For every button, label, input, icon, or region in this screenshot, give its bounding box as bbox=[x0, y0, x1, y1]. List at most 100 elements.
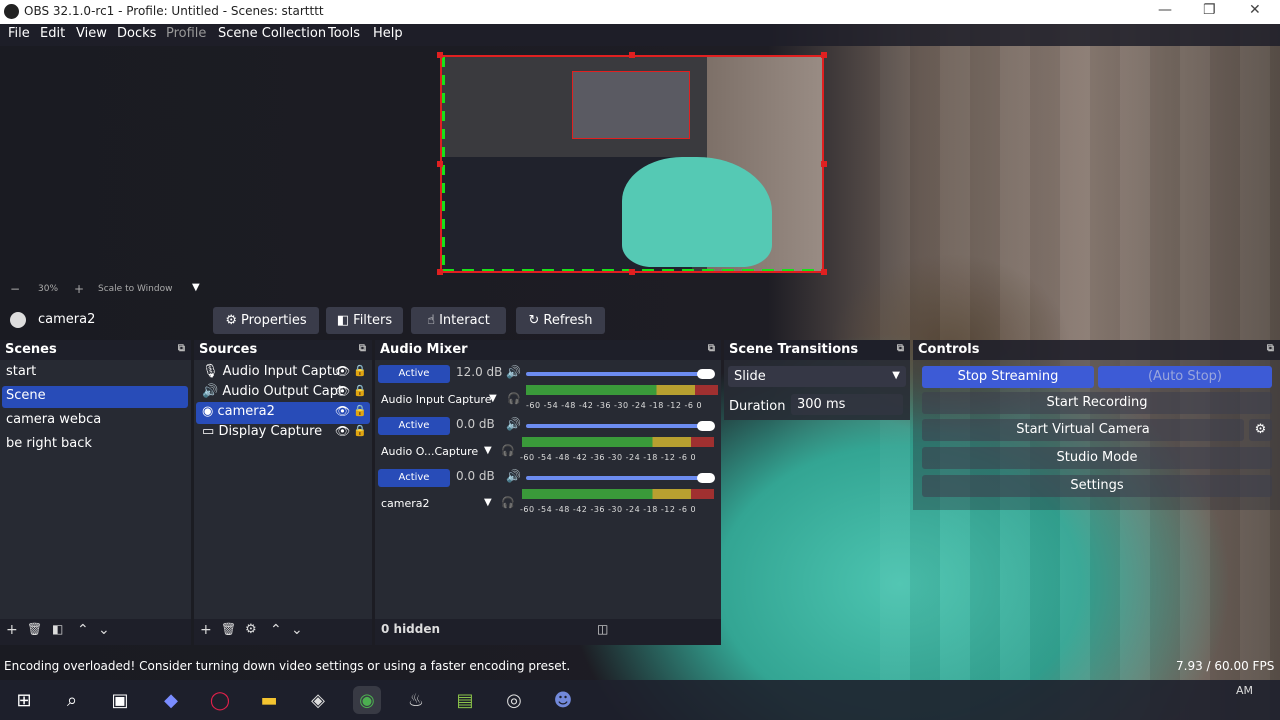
virtual-camera-settings-icon[interactable]: ⚙ bbox=[1249, 419, 1272, 441]
lock-icon[interactable]: 🔒 bbox=[353, 424, 367, 437]
chevron-down-icon[interactable]: ▼ bbox=[484, 497, 492, 508]
scene-item[interactable]: camera webca bbox=[2, 410, 188, 432]
resize-handle[interactable] bbox=[821, 161, 827, 167]
up-arrow-icon[interactable]: ⌃ bbox=[270, 622, 282, 638]
up-arrow-icon[interactable]: ⌃ bbox=[77, 622, 89, 638]
copilot-icon[interactable]: ◆ bbox=[157, 686, 185, 714]
start-recording-button[interactable]: Start Recording bbox=[922, 392, 1272, 414]
scene-item[interactable]: Scene bbox=[2, 386, 188, 408]
menu-docks[interactable]: Docks bbox=[117, 26, 156, 41]
chrome-icon[interactable]: ◉ bbox=[353, 686, 381, 714]
menu-file[interactable]: File bbox=[8, 26, 30, 41]
float-icon[interactable]: ⧉ bbox=[178, 343, 185, 354]
zoom-out-button[interactable]: − bbox=[10, 282, 20, 296]
obs-taskbar-icon[interactable]: ◎ bbox=[500, 686, 528, 714]
add-icon[interactable]: + bbox=[6, 622, 18, 638]
source-type-icon bbox=[10, 312, 26, 328]
refresh-button[interactable]: ↻ Refresh bbox=[516, 307, 605, 334]
volume-slider-handle[interactable] bbox=[697, 473, 715, 483]
opera-icon[interactable]: ◯ bbox=[206, 686, 234, 714]
hidden-count: 0 hidden bbox=[381, 622, 441, 636]
task-view-icon[interactable]: ▣ bbox=[106, 686, 134, 714]
lock-icon[interactable]: 🔒 bbox=[353, 404, 367, 417]
start-virtual-camera-button[interactable]: Start Virtual Camera bbox=[922, 419, 1244, 441]
properties-button[interactable]: ⚙ Properties bbox=[213, 307, 319, 334]
float-icon[interactable]: ⧉ bbox=[897, 343, 904, 354]
resize-handle[interactable] bbox=[821, 269, 827, 275]
resize-handle[interactable] bbox=[437, 52, 443, 58]
discord-icon[interactable]: ☻ bbox=[549, 686, 577, 714]
stop-streaming-button[interactable]: Stop Streaming bbox=[922, 366, 1094, 388]
lock-icon[interactable]: 🔒 bbox=[353, 384, 367, 397]
chevron-down-icon[interactable]: ▼ bbox=[489, 393, 497, 404]
sources-toolbar: + 🗑 ⚙ ⌃ ⌄ bbox=[194, 619, 372, 645]
volume-slider[interactable] bbox=[526, 372, 714, 376]
gear-icon[interactable]: ⚙ bbox=[245, 622, 257, 637]
interact-button[interactable]: ☝ Interact bbox=[411, 307, 506, 334]
lock-icon[interactable]: 🔒 bbox=[353, 364, 367, 377]
duration-spinbox[interactable]: 300 ms bbox=[791, 394, 903, 415]
resize-handle[interactable] bbox=[629, 269, 635, 275]
eye-icon[interactable]: 👁 bbox=[335, 424, 350, 438]
settings-button[interactable]: Settings bbox=[922, 475, 1272, 497]
app-icon[interactable]: ◈ bbox=[304, 686, 332, 714]
resize-handle[interactable] bbox=[437, 161, 443, 167]
headphone-icon[interactable]: 🎧 bbox=[507, 392, 521, 405]
close-button[interactable]: ✕ bbox=[1249, 2, 1261, 18]
menu-edit[interactable]: Edit bbox=[40, 26, 65, 41]
channel-db: 0.0 dB bbox=[456, 469, 495, 483]
headphone-icon[interactable]: 🎧 bbox=[501, 496, 515, 509]
scene-item[interactable]: start bbox=[2, 362, 188, 384]
float-icon[interactable]: ⧉ bbox=[708, 343, 715, 354]
notepad-icon[interactable]: ▤ bbox=[451, 686, 479, 714]
steam-icon[interactable]: ♨ bbox=[402, 686, 430, 714]
volume-slider[interactable] bbox=[526, 476, 714, 480]
search-icon[interactable]: ⌕ bbox=[58, 686, 86, 714]
float-icon[interactable]: ⧉ bbox=[1267, 343, 1274, 354]
filter-icon[interactable]: ◧ bbox=[52, 622, 63, 636]
layout-toggle-icon[interactable]: ◫ bbox=[597, 622, 608, 636]
volume-icon[interactable]: 🔊 bbox=[506, 365, 521, 379]
trash-icon[interactable]: 🗑 bbox=[27, 622, 42, 636]
headphone-icon[interactable]: 🎧 bbox=[501, 444, 515, 457]
resize-handle[interactable] bbox=[437, 269, 443, 275]
volume-icon[interactable]: 🔊 bbox=[506, 417, 521, 431]
trash-icon[interactable]: 🗑 bbox=[221, 622, 236, 636]
resize-handle[interactable] bbox=[821, 52, 827, 58]
volume-slider-handle[interactable] bbox=[697, 369, 715, 379]
file-explorer-icon[interactable]: ▬ bbox=[255, 686, 283, 714]
preview-person bbox=[622, 157, 772, 267]
scene-item[interactable]: be right back bbox=[2, 434, 188, 456]
minimize-button[interactable]: — bbox=[1158, 2, 1172, 18]
maximize-button[interactable]: ❐ bbox=[1203, 2, 1216, 18]
down-arrow-icon[interactable]: ⌄ bbox=[98, 622, 110, 638]
chevron-down-icon[interactable]: ▼ bbox=[484, 445, 492, 456]
menu-help[interactable]: Help bbox=[373, 26, 403, 41]
zoom-in-button[interactable]: + bbox=[74, 282, 84, 296]
volume-icon[interactable]: 🔊 bbox=[506, 469, 521, 483]
volume-slider[interactable] bbox=[526, 424, 714, 428]
menu-scene-collection[interactable]: Scene Collection bbox=[218, 26, 326, 41]
preview-canvas[interactable] bbox=[440, 55, 824, 273]
volume-slider-handle[interactable] bbox=[697, 421, 715, 431]
filters-button[interactable]: ◧ Filters bbox=[326, 307, 403, 334]
menu-tools[interactable]: Tools bbox=[328, 26, 360, 41]
eye-icon[interactable]: 👁 bbox=[335, 364, 350, 378]
menu-view[interactable]: View bbox=[76, 26, 107, 41]
auto-stop-button[interactable]: (Auto Stop) bbox=[1098, 366, 1272, 388]
scale-mode-select[interactable]: Scale to Window bbox=[98, 284, 172, 294]
eye-icon[interactable]: 👁 bbox=[335, 384, 350, 398]
taskbar bbox=[0, 680, 1280, 720]
windows-start-icon[interactable]: ⊞ bbox=[10, 686, 38, 714]
transition-select[interactable]: Slide ▼ bbox=[728, 366, 906, 387]
down-arrow-icon[interactable]: ⌄ bbox=[291, 622, 303, 638]
eye-icon[interactable]: 👁 bbox=[335, 404, 350, 418]
float-icon[interactable]: ⧉ bbox=[359, 343, 366, 354]
chevron-down-icon[interactable]: ▼ bbox=[192, 282, 200, 293]
add-icon[interactable]: + bbox=[200, 622, 212, 638]
dock-title: Sources bbox=[199, 342, 258, 357]
studio-mode-button[interactable]: Studio Mode bbox=[922, 447, 1272, 469]
resize-handle[interactable] bbox=[629, 52, 635, 58]
scene-transitions-header: Scene Transitions ⧉ bbox=[724, 340, 910, 360]
menu-profile[interactable]: Profile bbox=[166, 26, 206, 41]
